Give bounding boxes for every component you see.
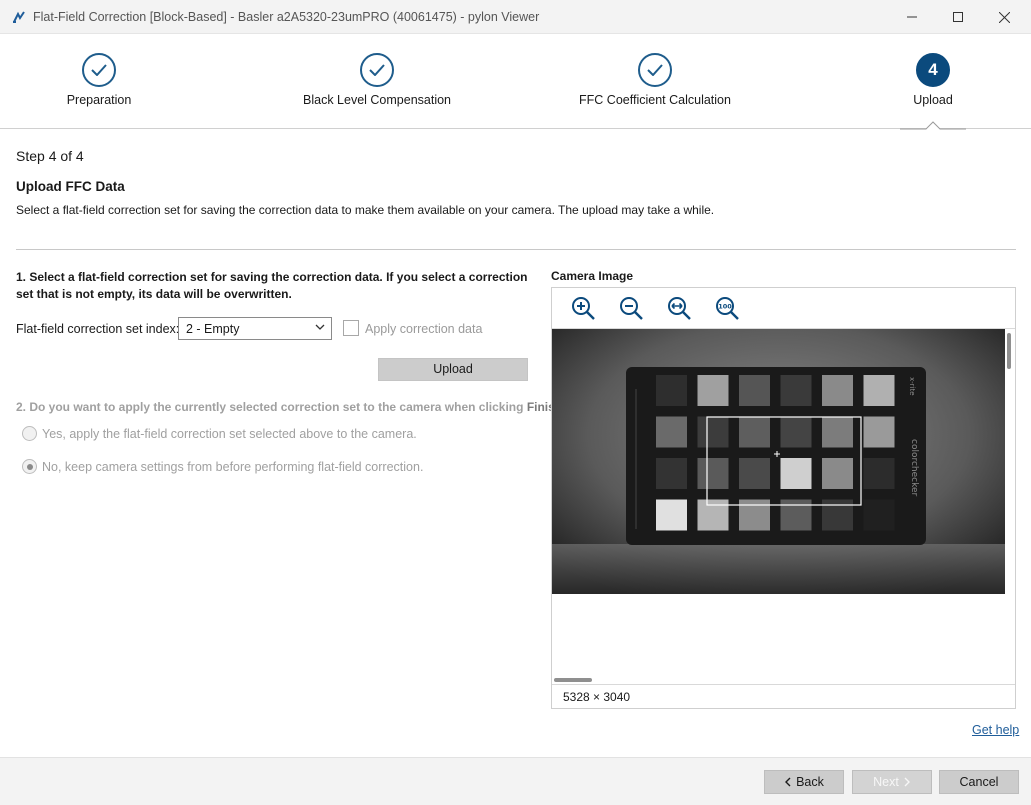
apply-no-radio[interactable] [22,459,37,474]
camera-image: colorchecker x-rite [552,329,1005,594]
step-active-indicator: 4 [916,53,950,87]
color-patch [697,416,729,448]
close-icon [998,11,1010,23]
step-upload: 4 Upload [813,34,1031,129]
color-patch [822,458,853,489]
apply-yes-radio[interactable] [22,426,37,441]
color-patch [863,416,895,448]
page-title: Upload FFC Data [16,179,125,194]
color-patch [697,375,729,406]
correction-set-index-select[interactable]: 2 - Empty [178,317,332,340]
chevron-right-icon [904,777,910,787]
color-patch [780,499,812,531]
camera-image-viewport[interactable]: colorchecker x-rite [552,328,1015,685]
next-button[interactable]: Next [852,770,932,794]
colorchecker-text: colorchecker [909,439,919,497]
title-bar: Flat-Field Correction [Block-Based] - Ba… [0,0,1031,34]
get-help-link[interactable]: Get help [972,723,1019,737]
color-patch [863,375,895,406]
step-label: FFC Coefficient Calculation [579,93,731,107]
correction-set-index-value: 2 - Empty [186,322,240,336]
radio-selected-dot [26,463,33,470]
maximize-button[interactable] [935,0,981,34]
step-label: Preparation [66,93,132,107]
fit-to-window-icon[interactable] [667,296,691,320]
apply-correction-checkbox[interactable] [343,320,359,336]
maximize-icon [953,12,963,22]
step-done-indicator [360,53,394,87]
camera-image-panel: 100 colorchecker x-rite 5328 × 3040 [551,287,1016,709]
color-patch [780,416,812,448]
color-patch [697,458,729,489]
horizontal-scrollbar[interactable] [554,678,592,682]
apply-yes-label: Yes, apply the flat-field correction set… [42,427,417,441]
step-label: Black Level Compensation [303,93,451,107]
color-patch [822,416,853,448]
section1-question: 1. Select a flat-field correction set fo… [16,270,528,301]
color-patch [780,375,812,406]
zoom-in-icon[interactable] [571,296,595,320]
color-patch [739,416,770,448]
color-patch [656,458,687,489]
svg-text:100: 100 [718,303,732,311]
color-patch [656,375,687,406]
apply-no-label: No, keep camera settings from before per… [42,460,424,474]
step-label: Upload [913,93,953,107]
zoom-100-icon[interactable]: 100 [715,296,739,320]
upload-button[interactable]: Upload [378,358,528,381]
checkmark-icon [369,64,385,76]
chevron-down-icon [315,324,325,330]
camera-image-title: Camera Image [551,269,634,283]
step-count: Step 4 of 4 [16,148,84,164]
checkmark-icon [647,64,663,76]
divider [16,249,1016,250]
color-patch [739,458,770,489]
active-step-pointer-notch [900,121,966,130]
chevron-left-icon [785,777,791,787]
wizard-stepper: Preparation Black Level Compensation FFC… [0,34,1031,129]
minimize-icon [907,16,917,18]
step-black-level-compensation: Black Level Compensation [257,34,497,129]
minimize-button[interactable] [889,0,935,34]
color-patch [780,458,812,489]
color-patch [822,499,853,531]
section2-question: 2. Do you want to apply the currently se… [16,400,570,414]
color-patch [739,375,770,406]
color-patch [822,375,853,406]
color-patch [863,458,895,489]
step-done-indicator [638,53,672,87]
zoom-out-icon[interactable] [619,296,643,320]
step-preparation: Preparation [0,34,219,129]
color-patch [656,499,687,531]
pylon-app-icon [13,11,25,23]
step-done-indicator [82,53,116,87]
color-patch [863,499,895,531]
cancel-button[interactable]: Cancel [939,770,1019,794]
color-patch [739,499,770,531]
image-resolution: 5328 × 3040 [563,690,631,704]
close-button[interactable] [981,0,1027,34]
step-ffc-coefficient-calculation: FFC Coefficient Calculation [535,34,775,129]
page-description: Select a flat-field correction set for s… [16,203,715,217]
xrite-text: x-rite [908,377,916,396]
window-title: Flat-Field Correction [Block-Based] - Ba… [33,10,540,24]
correction-set-index-label: Flat-field correction set index: [16,322,180,336]
color-patch [656,416,687,448]
checkmark-icon [91,64,107,76]
wizard-footer: Back Next Cancel [0,757,1031,805]
back-button[interactable]: Back [764,770,844,794]
vertical-scrollbar[interactable] [1007,333,1011,369]
apply-correction-label: Apply correction data [365,322,483,336]
color-patch [697,499,729,531]
